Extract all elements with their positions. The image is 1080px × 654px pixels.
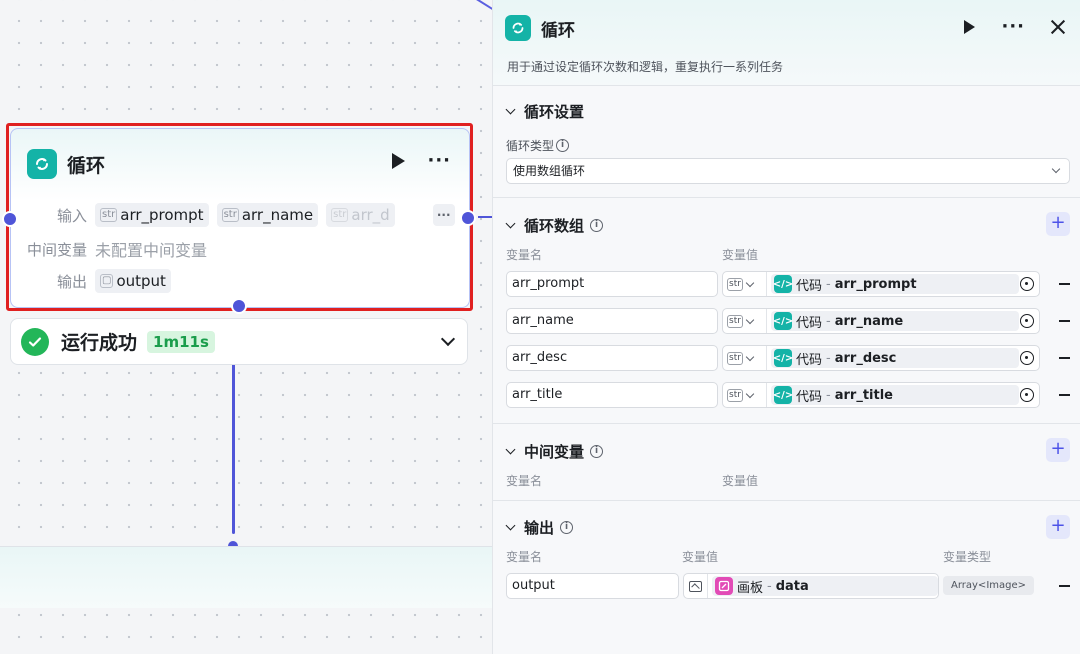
info-icon[interactable]: i bbox=[560, 521, 574, 534]
panel-header: 循环 ··· 用于通过设定循环次数和逻辑，重复执行一系列任务 bbox=[493, 0, 1080, 86]
variable-value-field[interactable]: str </> 代码 - arr_title bbox=[722, 382, 1040, 408]
connection-edge bbox=[469, 0, 492, 11]
more-icon[interactable]: ··· bbox=[1001, 18, 1025, 36]
loop-type-label: 循环类型 i bbox=[506, 137, 570, 154]
type-select[interactable]: str bbox=[723, 383, 767, 407]
input-port[interactable] bbox=[2, 211, 18, 227]
loop-settings-section: 循环设置 循环类型 i 使用数组循环 bbox=[493, 86, 1080, 198]
col-header-value: 变量值 bbox=[722, 474, 759, 488]
variable-name-input[interactable]: arr_prompt bbox=[506, 271, 718, 297]
variable-value-field[interactable]: str </> 代码 - arr_prompt bbox=[722, 271, 1040, 297]
remove-row-button[interactable] bbox=[1059, 320, 1070, 322]
loop-body-port[interactable] bbox=[231, 298, 247, 314]
col-header-value: 变量值 bbox=[722, 248, 759, 262]
array-row: arr_title str </> 代码 - arr_title bbox=[506, 382, 1070, 408]
output-name-input[interactable]: output bbox=[506, 573, 679, 599]
node-config-panel: 循环 ··· 用于通过设定循环次数和逻辑，重复执行一系列任务 循环设置 循环类型… bbox=[492, 0, 1080, 654]
section-header[interactable]: 循环数组 i bbox=[505, 215, 604, 236]
loop-icon bbox=[505, 15, 531, 41]
array-row: arr_desc str </> 代码 - arr_desc bbox=[506, 345, 1070, 371]
loop-type-select[interactable]: 使用数组循环 bbox=[506, 158, 1070, 184]
section-header[interactable]: 循环设置 bbox=[505, 101, 584, 122]
array-row: arr_name str </> 代码 - arr_name bbox=[506, 308, 1070, 334]
output-port[interactable] bbox=[460, 210, 476, 226]
canvas-board-icon bbox=[715, 577, 733, 595]
col-header-value: 变量值 bbox=[682, 550, 719, 564]
loop-array-section: 循环数组 i + 变量名 变量值 arr_prompt str </> 代码 - a… bbox=[493, 198, 1080, 424]
remove-row-button[interactable] bbox=[1059, 357, 1070, 359]
chevron-down-icon bbox=[1051, 164, 1061, 174]
info-icon[interactable]: i bbox=[556, 139, 570, 152]
run-status-bar[interactable]: 运行成功 1m11s bbox=[10, 318, 468, 365]
variable-name-input[interactable]: arr_desc bbox=[506, 345, 718, 371]
reference-chip: </> 代码 - arr_title bbox=[771, 385, 1019, 405]
type-select[interactable]: str bbox=[723, 272, 767, 296]
panel-title[interactable]: 循环 bbox=[541, 16, 575, 41]
variable-value-field[interactable]: str </> 代码 - arr_desc bbox=[722, 345, 1040, 371]
child-canvas-area bbox=[0, 546, 492, 608]
chevron-down-icon bbox=[745, 389, 755, 398]
chevron-down-icon bbox=[745, 315, 755, 324]
remove-row-button[interactable] bbox=[1059, 283, 1070, 285]
col-header-name: 变量名 bbox=[506, 474, 543, 488]
add-intermediate-button[interactable]: + bbox=[1046, 438, 1070, 462]
reference-chip: </> 代码 - arr_desc bbox=[771, 348, 1019, 368]
add-array-item-button[interactable]: + bbox=[1046, 212, 1070, 236]
chevron-down-icon bbox=[745, 278, 755, 287]
connection-edge bbox=[478, 216, 492, 218]
output-section: 输出 i + 变量名 变量值 变量类型 output 画板 - data Array… bbox=[493, 501, 1080, 654]
array-row: arr_prompt str </> 代码 - arr_prompt bbox=[506, 271, 1070, 297]
variable-picker-icon[interactable] bbox=[1020, 314, 1034, 328]
reference-chip: 画板 - data bbox=[712, 576, 938, 596]
workflow-canvas[interactable]: 循环 ··· 输入 str arr_prompt str arr_name str a… bbox=[0, 0, 492, 654]
type-select[interactable]: str bbox=[723, 346, 767, 370]
output-type-badge: Array<Image> bbox=[943, 576, 1035, 595]
variable-value-field[interactable]: str </> 代码 - arr_name bbox=[722, 308, 1040, 334]
panel-description[interactable]: 用于通过设定循环次数和逻辑，重复执行一系列任务 bbox=[507, 58, 783, 75]
add-output-button[interactable]: + bbox=[1046, 515, 1070, 539]
col-header-name: 变量名 bbox=[506, 248, 543, 262]
connection-edge bbox=[232, 362, 235, 534]
remove-row-button[interactable] bbox=[1059, 585, 1070, 587]
variable-picker-icon[interactable] bbox=[1020, 388, 1034, 402]
output-row: output 画板 - data Array<Image> bbox=[506, 573, 1070, 599]
duration-badge: 1m11s bbox=[147, 330, 215, 353]
variable-name-input[interactable]: arr_title bbox=[506, 382, 718, 408]
type-select[interactable]: str bbox=[723, 309, 767, 333]
section-header[interactable]: 中间变量 i bbox=[505, 441, 604, 462]
image-type-icon[interactable] bbox=[684, 574, 708, 598]
status-text: 运行成功 bbox=[61, 332, 138, 354]
variable-picker-icon[interactable] bbox=[1020, 351, 1034, 365]
info-icon[interactable]: i bbox=[590, 445, 604, 458]
reference-chip: </> 代码 - arr_prompt bbox=[771, 274, 1019, 294]
chevron-down-icon bbox=[745, 352, 755, 361]
code-icon: </> bbox=[773, 275, 793, 293]
code-icon: </> bbox=[773, 386, 793, 404]
col-header-name: 变量名 bbox=[506, 550, 543, 564]
close-icon[interactable] bbox=[1051, 20, 1065, 34]
code-icon: </> bbox=[773, 312, 793, 330]
chevron-down-icon[interactable] bbox=[440, 331, 456, 347]
run-node-icon[interactable] bbox=[964, 20, 976, 34]
chevron-down-icon[interactable] bbox=[505, 218, 516, 229]
chevron-down-icon[interactable] bbox=[505, 444, 516, 455]
reference-chip: </> 代码 - arr_name bbox=[771, 311, 1019, 331]
remove-row-button[interactable] bbox=[1059, 394, 1070, 396]
chevron-down-icon[interactable] bbox=[505, 104, 516, 115]
success-icon bbox=[21, 327, 49, 356]
output-value-field[interactable]: 画板 - data bbox=[683, 573, 939, 599]
info-icon[interactable]: i bbox=[590, 219, 604, 232]
code-icon: </> bbox=[773, 349, 793, 367]
chevron-down-icon[interactable] bbox=[505, 520, 516, 531]
selection-highlight bbox=[6, 123, 473, 311]
section-header[interactable]: 输出 i bbox=[505, 517, 574, 538]
col-header-type: 变量类型 bbox=[943, 550, 992, 564]
variable-picker-icon[interactable] bbox=[1020, 277, 1034, 291]
variable-name-input[interactable]: arr_name bbox=[506, 308, 718, 334]
intermediate-variables-section: 中间变量 i + 变量名 变量值 bbox=[493, 424, 1080, 501]
